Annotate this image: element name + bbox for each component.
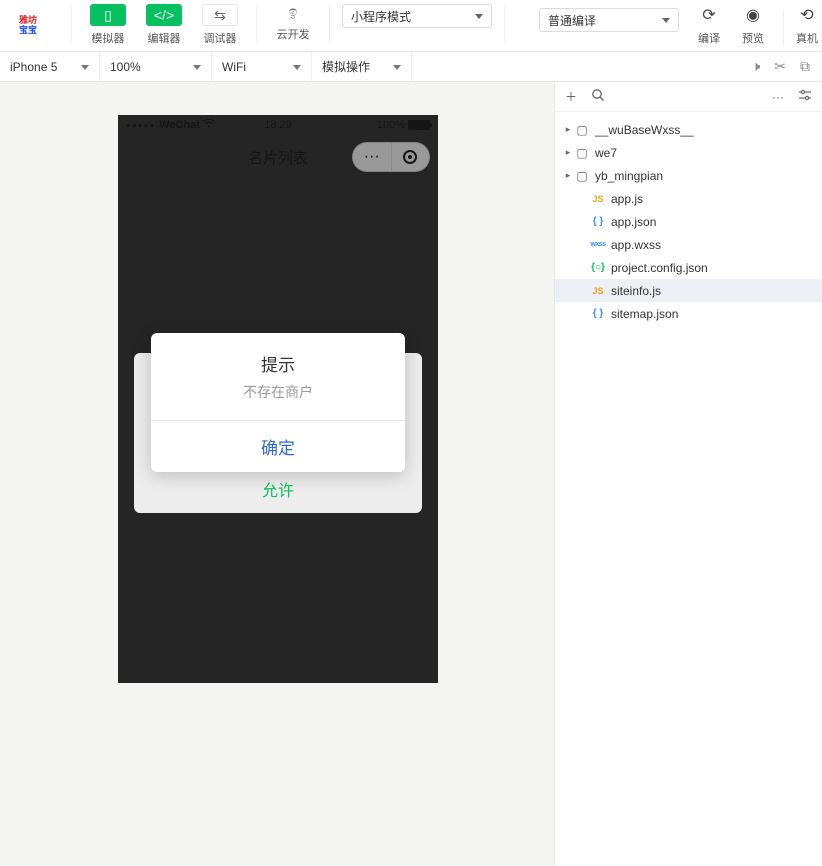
folder-name: yb_mingpian	[591, 169, 663, 183]
folder-icon: ▢	[573, 123, 591, 137]
file-name: app.json	[607, 215, 656, 229]
phone-frame: ●●●●● WeChat 18:29 100% 名片列表 ···	[118, 115, 438, 683]
compile-mode-select[interactable]: 普通编译	[539, 8, 679, 32]
more-button[interactable]: ···	[772, 90, 784, 104]
file-node[interactable]: JSsiteinfo.js	[555, 279, 822, 302]
cloud-icon: ඉ	[275, 0, 311, 22]
file-type-icon: JS	[589, 194, 607, 204]
simulator-button[interactable]: ▯ 模拟器	[80, 4, 136, 46]
sim-action-select[interactable]: 模拟操作	[312, 52, 412, 82]
file-node[interactable]: {○}project.config.json	[555, 256, 822, 279]
modal-message: 不存在商户	[151, 382, 405, 420]
file-name: app.wxss	[607, 238, 661, 252]
chevron-right-icon: ▸	[563, 124, 573, 135]
allow-button[interactable]: 允许	[134, 477, 422, 501]
folder-icon: ▢	[573, 169, 591, 183]
chevron-right-icon: ▸	[563, 170, 573, 181]
search-icon	[591, 88, 605, 102]
file-explorer-toolbar: ＋ ···	[555, 82, 822, 112]
file-name: project.config.json	[607, 261, 708, 275]
file-name: app.js	[607, 192, 643, 206]
debugger-button[interactable]: ⇆ 调试器	[192, 4, 248, 46]
modal-ok-button[interactable]: 确定	[151, 421, 405, 472]
remote-icon: ⟲	[796, 4, 818, 26]
modal-title: 提示	[151, 333, 405, 382]
file-tree: ▸▢__wuBaseWxss__▸▢we7▸▢yb_mingpianJSapp.…	[555, 112, 822, 866]
cut-icon[interactable]: ✂	[774, 58, 786, 75]
eye-icon: ◉	[742, 4, 764, 26]
alert-modal: 提示 不存在商户 确定	[151, 333, 405, 472]
file-explorer: ＋ ··· ▸▢__wuBaseWxss__▸▢we7▸▢yb_mingpian…	[555, 82, 822, 866]
file-node[interactable]: JSapp.js	[555, 187, 822, 210]
code-icon: </>	[146, 4, 182, 26]
file-type-icon: {○}	[589, 262, 607, 273]
simulator-options-bar: iPhone 5 100% WiFi 模拟操作 🕨 ✂ ⧉	[0, 52, 822, 82]
device-select[interactable]: iPhone 5	[0, 52, 100, 82]
editor-button[interactable]: </> 编辑器	[136, 4, 192, 46]
file-type-icon: { }	[589, 216, 607, 227]
file-type-icon: { }	[589, 308, 607, 319]
file-node[interactable]: { }app.json	[555, 210, 822, 233]
refresh-icon: ⟳	[698, 4, 720, 26]
mode-select[interactable]: 小程序模式	[342, 4, 492, 28]
new-file-button[interactable]: ＋	[565, 88, 577, 105]
folder-node[interactable]: ▸▢yb_mingpian	[555, 164, 822, 187]
file-node[interactable]: wxssapp.wxss	[555, 233, 822, 256]
folder-name: we7	[591, 146, 617, 160]
debug-icon: ⇆	[202, 4, 238, 26]
zoom-select[interactable]: 100%	[100, 52, 212, 82]
file-type-icon: wxss	[589, 241, 607, 248]
search-button[interactable]	[591, 88, 605, 105]
cloud-dev-button[interactable]: ඉ 云开发	[265, 0, 321, 42]
main-area: ●●●●● WeChat 18:29 100% 名片列表 ···	[0, 82, 822, 866]
folder-node[interactable]: ▸▢__wuBaseWxss__	[555, 118, 822, 141]
remote-debug-button[interactable]: ⟲ 真机	[792, 4, 822, 46]
folder-name: __wuBaseWxss__	[591, 123, 694, 137]
file-node[interactable]: { }sitemap.json	[555, 302, 822, 325]
folder-node[interactable]: ▸▢we7	[555, 141, 822, 164]
file-name: siteinfo.js	[607, 284, 661, 298]
phone-icon: ▯	[90, 4, 126, 26]
settings-icon[interactable]	[798, 89, 812, 104]
simulator-panel: ●●●●● WeChat 18:29 100% 名片列表 ···	[0, 82, 555, 866]
chevron-right-icon: ▸	[563, 147, 573, 158]
network-select[interactable]: WiFi	[212, 52, 312, 82]
mute-icon[interactable]: 🕨	[751, 58, 760, 75]
detach-icon[interactable]: ⧉	[800, 58, 810, 75]
preview-button[interactable]: ◉ 预览	[731, 4, 775, 46]
folder-icon: ▢	[573, 146, 591, 160]
compile-button[interactable]: ⟳ 编译	[687, 4, 731, 46]
main-toolbar: 雅坊宝宝 ▯ 模拟器 </> 编辑器 ⇆ 调试器 ඉ 云开发 小程序模式 普通编…	[0, 0, 822, 52]
file-type-icon: JS	[589, 286, 607, 296]
file-name: sitemap.json	[607, 307, 678, 321]
app-logo: 雅坊宝宝	[8, 6, 48, 46]
